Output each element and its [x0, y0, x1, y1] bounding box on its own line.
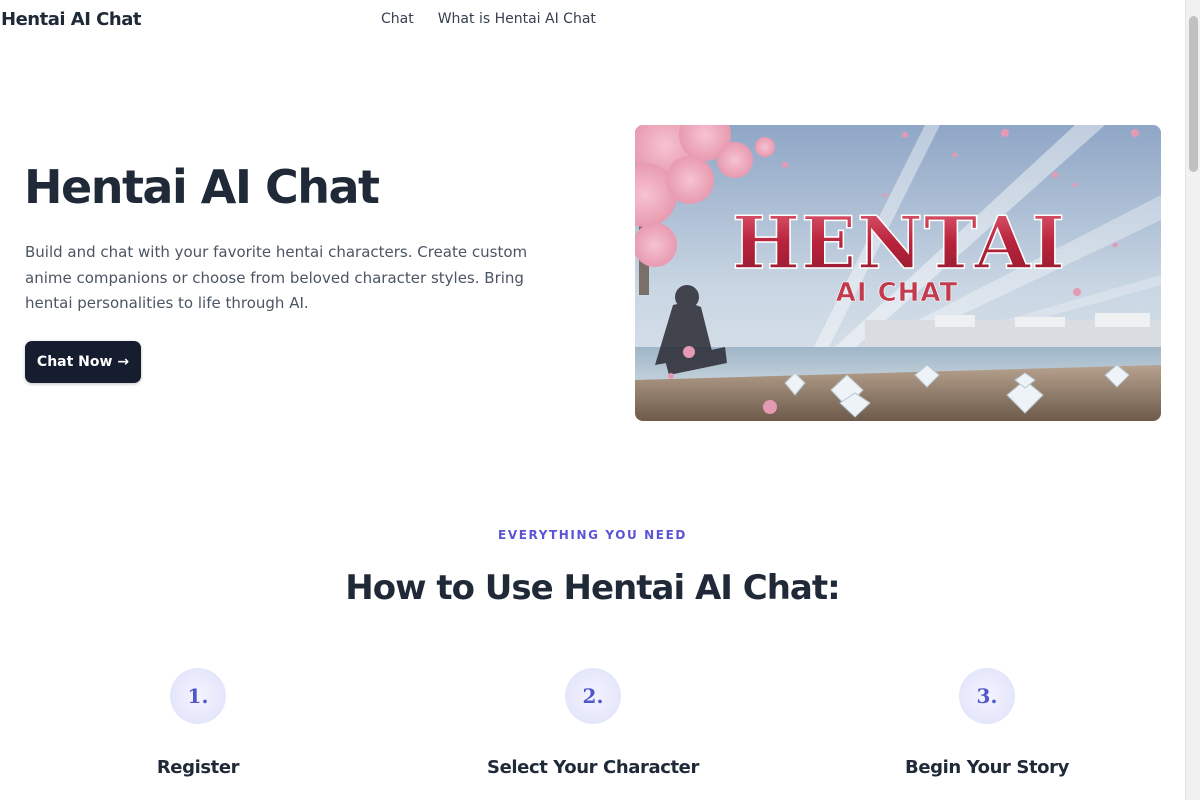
- step-number-badge: 3.: [959, 668, 1015, 724]
- step-number-badge: 2.: [565, 668, 621, 724]
- step-begin-story: 3. Begin Your Story: [837, 668, 1137, 778]
- hero-image: HENTAI AI CHAT: [635, 125, 1161, 421]
- section-eyebrow: EVERYTHING YOU NEED: [498, 528, 687, 542]
- hero-description: Build and chat with your favorite hentai…: [25, 243, 528, 312]
- chat-now-button[interactable]: Chat Now →: [25, 341, 141, 383]
- section-title: How to Use Hentai AI Chat:: [345, 568, 840, 608]
- scrollbar-thumb[interactable]: [1189, 16, 1198, 172]
- hero-title: Hentai AI Chat: [24, 160, 380, 214]
- landing-page: Hentai AI Chat Chat What is Hentai AI Ch…: [0, 0, 1200, 800]
- page-scrollbar[interactable]: [1185, 0, 1200, 800]
- nav-links: Chat What is Hentai AI Chat: [381, 11, 596, 27]
- step-select-character: 2. Select Your Character: [443, 668, 743, 778]
- hero-image-title-text: HENTAI: [732, 200, 1066, 285]
- brand-logo[interactable]: Hentai AI Chat: [1, 9, 141, 30]
- step-title: Select Your Character: [487, 757, 699, 778]
- top-navbar: Hentai AI Chat Chat What is Hentai AI Ch…: [0, 0, 1185, 40]
- step-title: Register: [156, 757, 240, 778]
- step-register: 1. Register: [48, 668, 348, 778]
- hero-image-subtitle-text: AI CHAT: [836, 278, 959, 308]
- nav-link-what-is[interactable]: What is Hentai AI Chat: [438, 11, 596, 27]
- step-number-badge: 1.: [170, 668, 226, 724]
- nav-link-chat[interactable]: Chat: [381, 11, 414, 27]
- step-title: Begin Your Story: [905, 757, 1069, 778]
